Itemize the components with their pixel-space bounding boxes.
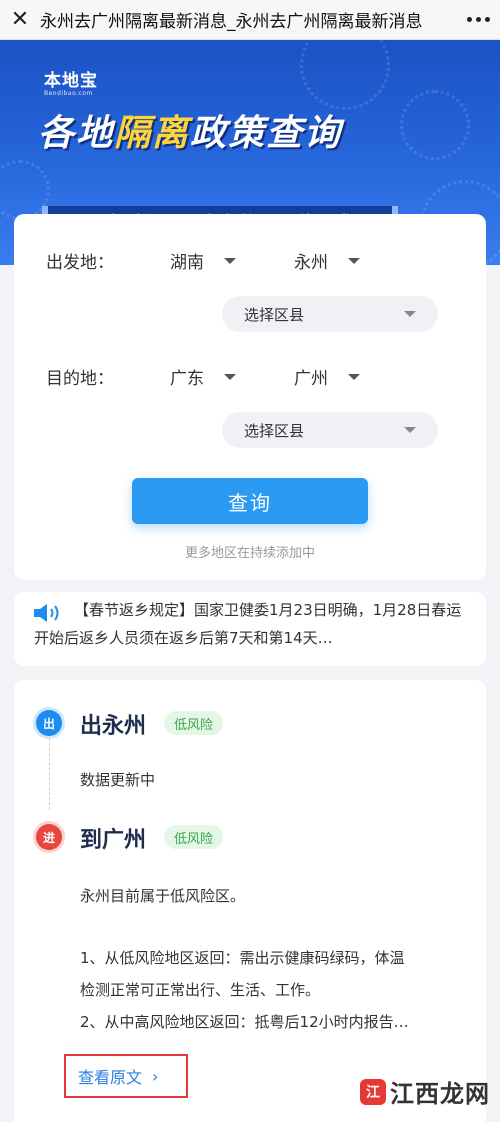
result-card: 出 出永州 低风险 数据更新中 进 到广州 低风险 永州目前属于低风险区。 1、…	[14, 680, 486, 1122]
chevron-right-icon: ›	[152, 1066, 159, 1086]
page-title: 永州去广州隔离最新消息_永州去广州隔离最新消息	[40, 12, 423, 32]
origin-county-select[interactable]: 选择区县	[222, 296, 438, 332]
destination-city-select[interactable]: 广州	[294, 364, 360, 389]
watermark-text: 江西龙网	[390, 1080, 490, 1108]
dropdown-caret-icon	[224, 257, 236, 264]
watermark-icon: 江	[360, 1078, 386, 1105]
dropdown-caret-icon	[348, 257, 360, 264]
departure-badge: 出	[36, 710, 62, 736]
watermark-logo: 江 江西龙网	[360, 1074, 490, 1109]
arrival-risk-badge: 低风险	[164, 825, 224, 849]
close-button[interactable]: ✕	[0, 0, 40, 40]
more-dots-icon	[466, 17, 472, 22]
arrival-title: 到广州	[80, 828, 147, 853]
virus-decoration	[300, 40, 390, 110]
origin-city-select[interactable]: 永州	[294, 248, 360, 273]
notice-text: 【春节返乡规定】国家卫健委1月23日明确，1月28日春运开始后返乡人员须在返乡后…	[34, 601, 462, 647]
destination-county-select[interactable]: 选择区县	[222, 412, 438, 448]
view-original-link[interactable]: 查看原文 ›	[64, 1054, 188, 1098]
departure-info: 数据更新中	[80, 771, 156, 789]
arrival-info-line: 检测正常可正常出行、生活、工作。	[80, 981, 321, 999]
timeline-connector	[49, 738, 50, 810]
banner-title: 各地隔离政策查询	[38, 113, 343, 154]
dropdown-caret-icon	[404, 311, 416, 317]
origin-province-select[interactable]: 湖南	[170, 248, 236, 273]
more-areas-note: 更多地区在持续添加中	[184, 546, 315, 561]
dropdown-caret-icon	[348, 373, 360, 380]
destination-label: 目的地：	[46, 369, 114, 389]
dropdown-caret-icon	[404, 427, 416, 433]
notice-card[interactable]: 【春节返乡规定】国家卫健委1月23日明确，1月28日春运开始后返乡人员须在返乡后…	[14, 592, 486, 666]
arrival-info-line: 永州目前属于低风险区。	[80, 887, 246, 905]
more-menu-button[interactable]	[456, 0, 500, 40]
origin-label: 出发地：	[46, 253, 114, 273]
departure-risk-badge: 低风险	[164, 711, 224, 735]
arrival-info-line: 1、从低风险地区返回：需出示健康码绿码，体温	[80, 949, 405, 967]
destination-province-select[interactable]: 广东	[170, 364, 236, 389]
dropdown-caret-icon	[224, 373, 236, 380]
virus-decoration	[400, 90, 470, 160]
query-card: 出发地： 湖南 永州 选择区县 目的地： 广东 广州 选择区县 查询 更多地区在…	[14, 214, 486, 580]
departure-title: 出永州	[80, 714, 147, 739]
arrival-badge: 进	[36, 824, 62, 850]
top-bar: ✕ 永州去广州隔离最新消息_永州去广州隔离最新消息	[0, 0, 500, 40]
close-icon: ✕	[10, 7, 30, 32]
bendibao-logo: 本地宝 Bendibao.com	[44, 71, 98, 97]
query-button[interactable]: 查询	[132, 478, 368, 524]
arrival-info-line: 2、从中高风险地区返回：抵粤后12小时内报告…	[80, 1013, 409, 1031]
